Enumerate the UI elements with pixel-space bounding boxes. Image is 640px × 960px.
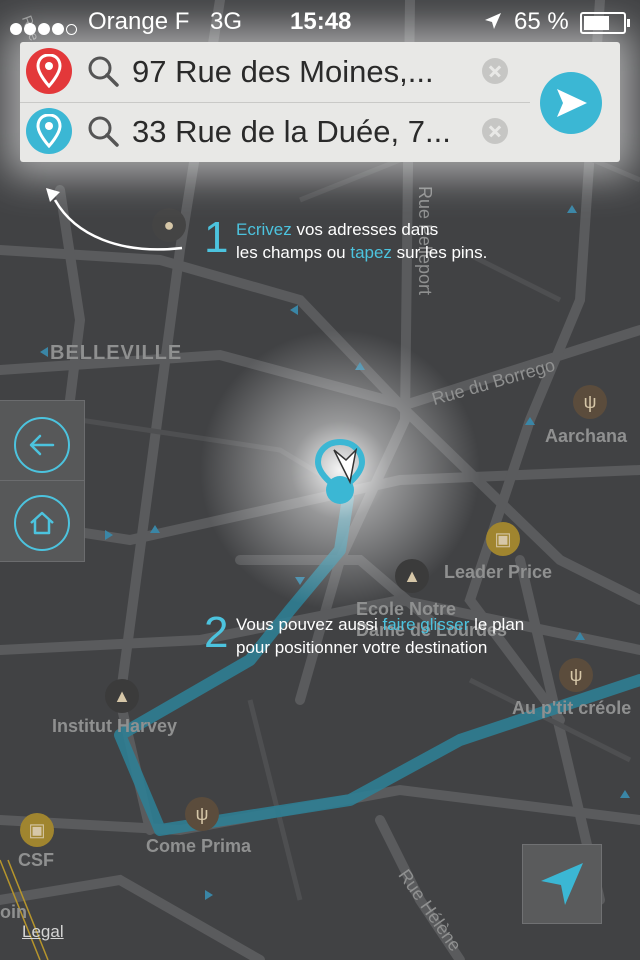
- poi-restaurant-creole-icon[interactable]: ψ: [559, 658, 593, 692]
- search-icon: [88, 56, 119, 87]
- tip-1-highlight-tapez: tapez: [350, 243, 392, 262]
- tip-2: 2 Vous pouvez aussi faire glisser le pla…: [204, 609, 604, 663]
- origin-row: 97 Rue des Moines,...: [20, 42, 530, 103]
- map-label-csf: CSF: [18, 850, 54, 870]
- tip-1-line-2: les champs ou tapez sur les pins.: [236, 241, 487, 264]
- poi-shop-leader-price-icon[interactable]: ▣: [486, 522, 520, 556]
- tip-2-highlight-faire-glisser: faire glisser: [382, 615, 470, 634]
- origin-address-input[interactable]: 97 Rue des Moines,...: [132, 52, 482, 92]
- side-nav-divider: [0, 480, 84, 481]
- destination-address-input[interactable]: 33 Rue de la Duée, 7...: [132, 112, 482, 152]
- tip-2-text-a: Vous pouvez aussi: [236, 615, 383, 634]
- location-arrow-icon: [541, 863, 583, 905]
- network-label: 3G: [210, 8, 243, 35]
- tip-2-text-b: le plan: [469, 615, 525, 634]
- destination-marker-icon[interactable]: [312, 438, 372, 510]
- origin-pin-button[interactable]: [26, 48, 72, 94]
- tip-1-number: 1: [204, 213, 229, 262]
- map-pin-icon: [36, 54, 62, 88]
- map-label-au-ptit-creole: Au p'tit créole: [512, 698, 632, 718]
- tip-1-highlight-ecrivez: Ecrivez: [236, 220, 292, 239]
- tip-1-line-1: Ecrivez vos adresses dans: [236, 218, 438, 241]
- location-services-icon: [485, 13, 501, 29]
- go-button[interactable]: [540, 72, 602, 134]
- home-icon: [30, 511, 54, 535]
- map-label-leader-price: Leader Price: [444, 562, 553, 582]
- tip-2-number: 2: [204, 608, 229, 657]
- map-label-aarchana: Aarchana: [545, 426, 628, 446]
- arrow-left-icon: [29, 434, 55, 456]
- poi-restaurant-aarchana-icon[interactable]: ψ: [573, 385, 607, 419]
- route-search-panel: 97 Rue des Moines,... 33 Rue de la Duée,…: [20, 42, 620, 162]
- battery-percent: 65 %: [514, 8, 569, 35]
- destination-row: 33 Rue de la Duée, 7...: [20, 102, 530, 162]
- tip-1: 1 Ecrivez vos adresses dans les champs o…: [204, 214, 564, 268]
- poi-school-institut-harvey-icon[interactable]: ▲: [105, 679, 139, 713]
- status-bar: Orange F 3G 15:48 65 %: [0, 0, 640, 40]
- tip-1-text-c: sur les pins.: [391, 243, 488, 262]
- legal-link[interactable]: Legal: [22, 922, 64, 942]
- map-label-institut-harvey: Institut Harvey: [52, 716, 178, 736]
- poi-shop-csf-icon[interactable]: ▣: [20, 813, 54, 847]
- poi-cinema-icon[interactable]: ●: [152, 208, 186, 242]
- back-button[interactable]: [14, 417, 70, 473]
- map-label-belleville: BELLEVILLE: [50, 342, 183, 364]
- locate-me-button[interactable]: [522, 844, 602, 924]
- search-icon: [88, 116, 119, 147]
- home-button[interactable]: [14, 495, 70, 551]
- poi-restaurant-come-prima-icon[interactable]: ψ: [185, 797, 219, 831]
- clock: 15:48: [290, 8, 352, 35]
- clear-destination-icon[interactable]: [482, 118, 508, 144]
- map-label-come-prima: Come Prima: [146, 836, 252, 856]
- battery-icon: [580, 12, 630, 34]
- side-nav-panel: [0, 400, 85, 562]
- tip-2-line-1: Vous pouvez aussi faire glisser le plan: [236, 613, 524, 636]
- tip-2-line-2: pour positionner votre destination: [236, 638, 488, 657]
- carrier-label: Orange F: [88, 8, 190, 35]
- map-label-coin: oin: [0, 902, 27, 922]
- arrow-right-icon: [557, 89, 587, 117]
- poi-school-ecole-notre-icon[interactable]: ▲: [395, 559, 429, 593]
- signal-strength-icon: [10, 14, 79, 42]
- clear-origin-icon[interactable]: [482, 58, 508, 84]
- tip-1-text-a: vos adresses dans: [291, 220, 439, 239]
- destination-pin-button[interactable]: [26, 108, 72, 154]
- tip-1-text-b: les champs ou: [236, 243, 351, 262]
- map-pin-icon: [36, 114, 62, 148]
